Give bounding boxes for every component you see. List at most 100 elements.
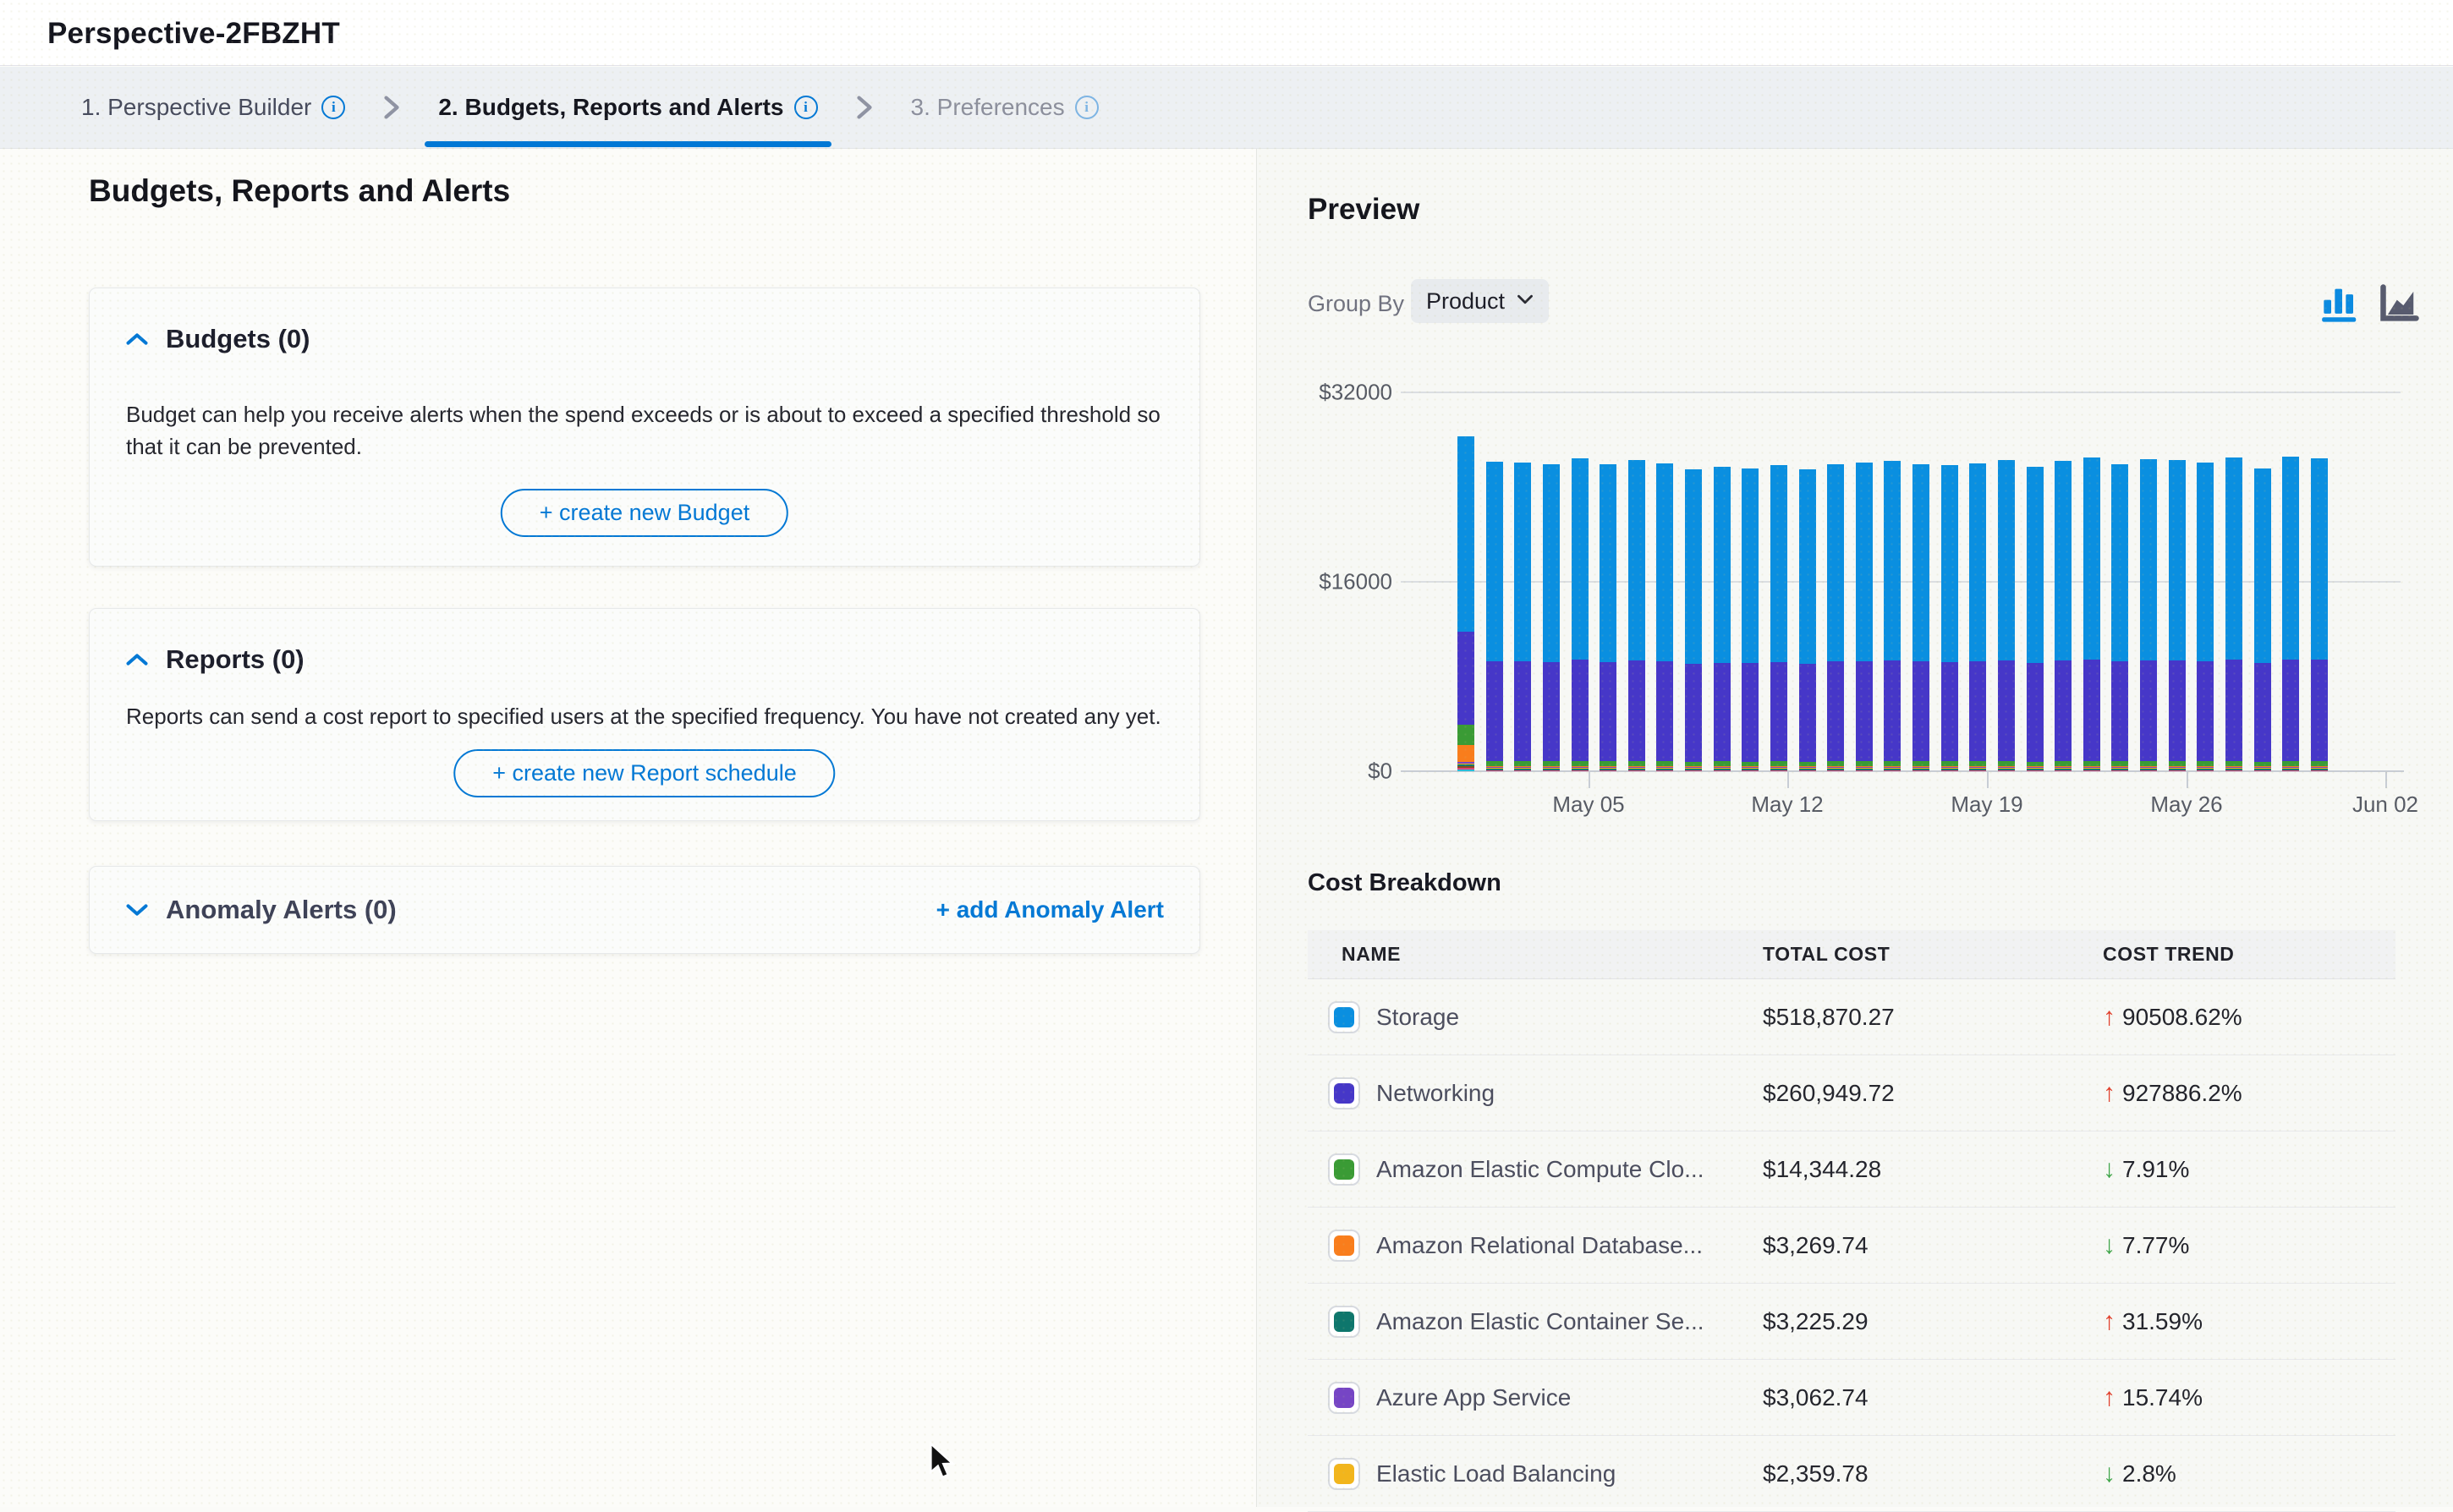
x-tick	[1589, 771, 1590, 788]
stacked-bar[interactable]	[1486, 462, 1503, 771]
tab-label: 2. Budgets, Reports and Alerts	[438, 94, 783, 121]
tab-perspective-builder[interactable]: 1. Perspective Builder i	[68, 67, 359, 149]
row-trend-value: 15.74%	[2122, 1384, 2203, 1411]
trend-arrow-icon: ↓	[2103, 1460, 2116, 1488]
group-by-label: Group By	[1308, 291, 1404, 317]
collapse-chevron-up-icon[interactable]	[125, 331, 149, 347]
legend-color-swatch[interactable]	[1328, 1077, 1360, 1109]
row-total-cost: $3,225.29	[1763, 1308, 2103, 1335]
row-total-cost: $3,269.74	[1763, 1232, 2103, 1259]
budgets-card: Budgets (0) Budget can help you receive …	[89, 288, 1200, 567]
x-tick-label: May 12	[1720, 792, 1855, 818]
stacked-bar[interactable]	[2027, 467, 2044, 771]
row-total-cost: $260,949.72	[1763, 1080, 2103, 1107]
stacked-bar[interactable]	[1742, 468, 1759, 771]
series-color	[1334, 1159, 1354, 1180]
info-icon[interactable]: i	[794, 96, 818, 119]
row-total-cost: $518,870.27	[1763, 1004, 2103, 1031]
x-tick	[2187, 771, 2188, 788]
create-report-button[interactable]: + create new Report schedule	[453, 749, 835, 797]
stacked-bar[interactable]	[2055, 461, 2072, 771]
bars-layer	[1308, 364, 2453, 839]
legend-color-swatch[interactable]	[1328, 1382, 1360, 1414]
stacked-bar[interactable]	[2311, 458, 2328, 771]
tab-label: 3. Preferences	[911, 94, 1065, 121]
series-color	[1334, 1388, 1354, 1408]
create-budget-button[interactable]: + create new Budget	[501, 489, 788, 537]
chart-view-switcher	[2319, 281, 2423, 326]
trend-arrow-icon: ↑	[2103, 1307, 2116, 1336]
series-color	[1334, 1083, 1354, 1104]
legend-color-swatch[interactable]	[1328, 1001, 1360, 1033]
stacked-bar[interactable]	[2225, 457, 2242, 771]
legend-color-swatch[interactable]	[1328, 1230, 1360, 1262]
table-row: Elastic Load Balancing $2,359.78 ↓2.8%	[1308, 1436, 2395, 1512]
section-heading: Budgets, Reports and Alerts	[89, 173, 510, 209]
preview-title: Preview	[1308, 193, 1419, 227]
add-anomaly-alert-link[interactable]: + add Anomaly Alert	[936, 896, 1164, 923]
stacked-bar[interactable]	[1770, 465, 1787, 771]
tab-preferences[interactable]: 3. Preferences i	[897, 67, 1112, 149]
row-total-cost: $3,062.74	[1763, 1384, 2103, 1411]
legend-color-swatch[interactable]	[1328, 1306, 1360, 1338]
stacked-bar[interactable]	[1543, 464, 1560, 771]
stacked-bar[interactable]	[1799, 469, 1816, 771]
bar-chart-view-icon[interactable]	[2319, 281, 2365, 326]
stacked-bar[interactable]	[1628, 460, 1645, 771]
table-row: Storage $518,870.27 ↑90508.62%	[1308, 979, 2395, 1055]
stacked-bar[interactable]	[1600, 464, 1616, 771]
stacked-bar[interactable]	[1656, 463, 1673, 771]
info-icon[interactable]: i	[321, 96, 345, 119]
stacked-bar[interactable]	[1969, 463, 1986, 771]
stacked-bar[interactable]	[2282, 457, 2299, 771]
stacked-bar[interactable]	[1912, 464, 1929, 771]
stacked-bar[interactable]	[1572, 458, 1589, 771]
stacked-bar[interactable]	[2197, 463, 2214, 771]
legend-color-swatch[interactable]	[1328, 1458, 1360, 1490]
reports-description: Reports can send a cost report to specif…	[126, 700, 1163, 732]
info-icon[interactable]: i	[1075, 96, 1099, 119]
stacked-bar[interactable]	[1457, 436, 1474, 771]
row-trend-value: 7.91%	[2122, 1156, 2189, 1183]
stacked-bar[interactable]	[1827, 464, 1844, 771]
stacked-bar[interactable]	[2169, 460, 2186, 771]
row-name: Storage	[1376, 1004, 1459, 1031]
tab-budgets-reports-alerts[interactable]: 2. Budgets, Reports and Alerts i	[425, 67, 831, 149]
stacked-bar[interactable]	[1941, 465, 1958, 771]
cost-breakdown-table: NAME TOTAL COST COST TREND Storage $518,…	[1308, 930, 2395, 1512]
legend-color-swatch[interactable]	[1328, 1153, 1360, 1186]
row-name: Amazon Elastic Container Se...	[1376, 1308, 1704, 1335]
table-row: Networking $260,949.72 ↑927886.2%	[1308, 1055, 2395, 1131]
budgets-card-title: Budgets (0)	[166, 324, 310, 354]
table-row: Amazon Elastic Container Se... $3,225.29…	[1308, 1284, 2395, 1360]
column-header-cost-trend: COST TREND	[2103, 943, 2395, 966]
x-tick	[1987, 771, 1989, 788]
page-title: Perspective-2FBZHT	[47, 17, 340, 51]
stacked-bar[interactable]	[1714, 467, 1731, 771]
column-header-total-cost: TOTAL COST	[1763, 943, 2103, 966]
series-color	[1334, 1007, 1354, 1027]
area-chart-view-icon[interactable]	[2377, 281, 2423, 326]
stacked-bar[interactable]	[1514, 463, 1531, 771]
x-tick-label: May 26	[2119, 792, 2254, 818]
stacked-bar[interactable]	[2111, 464, 2128, 771]
row-trend-value: 31.59%	[2122, 1308, 2203, 1335]
cost-preview-chart: $32000 $16000 $0 May 05 May 12 May 19 Ma…	[1308, 364, 2453, 839]
collapse-chevron-up-icon[interactable]	[125, 652, 149, 667]
series-color	[1334, 1235, 1354, 1256]
row-name: Networking	[1376, 1080, 1495, 1107]
x-tick	[1787, 771, 1789, 788]
stacked-bar[interactable]	[2083, 457, 2100, 771]
stacked-bar[interactable]	[1884, 461, 1901, 771]
stacked-bar[interactable]	[2140, 459, 2157, 771]
chevron-down-icon	[1517, 293, 1534, 310]
expand-chevron-down-icon[interactable]	[125, 902, 149, 918]
stacked-bar[interactable]	[1685, 469, 1702, 771]
stacked-bar[interactable]	[1998, 460, 2015, 771]
stacked-bar[interactable]	[2254, 468, 2271, 771]
cost-breakdown-title: Cost Breakdown	[1308, 869, 1501, 897]
stacked-bar[interactable]	[1856, 463, 1873, 771]
reports-card-title: Reports (0)	[166, 644, 305, 675]
row-trend-value: 7.77%	[2122, 1232, 2189, 1259]
group-by-dropdown[interactable]: Product	[1411, 279, 1549, 323]
